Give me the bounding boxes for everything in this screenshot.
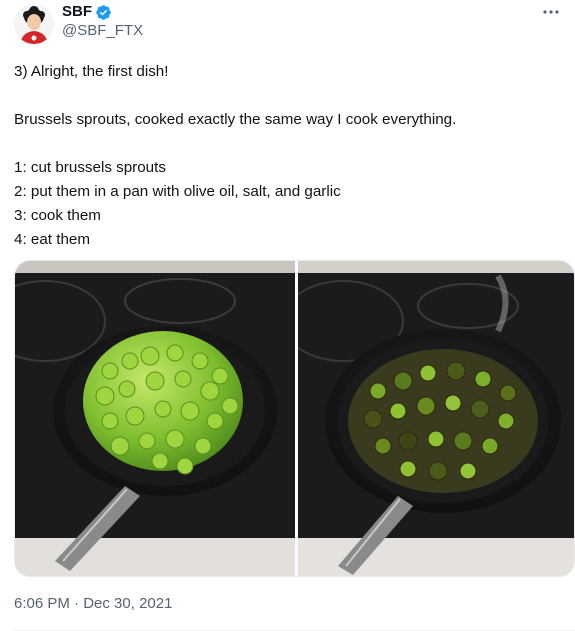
tweet-line: 4: eat them: [14, 231, 90, 248]
author-handle[interactable]: @SBF_FTX: [62, 22, 143, 40]
avatar-illustration: [14, 4, 54, 44]
tweet-line: 2: put them in a pan with olive oil, sal…: [14, 183, 341, 200]
photo-cooked-sprouts[interactable]: [298, 261, 575, 577]
tweet-time[interactable]: 6:06 PM: [14, 595, 70, 612]
tweet-line: 3) Alright, the first dish!: [14, 63, 169, 80]
verified-badge-icon: [96, 4, 111, 20]
photo-raw-sprouts[interactable]: [15, 261, 295, 577]
tweet-media: [14, 260, 575, 577]
tweet-line: Brussels sprouts, cooked exactly the sam…: [14, 111, 457, 128]
tweet-card: SBF @SBF_FTX 3) Alright, the first dish!…: [0, 0, 575, 631]
tweet-date[interactable]: Dec 30, 2021: [83, 595, 172, 612]
timestamp-separator: ·: [74, 595, 80, 612]
avatar[interactable]: [14, 4, 54, 44]
tweet-line: 3: cook them: [14, 207, 101, 224]
tweet-text: 3) Alright, the first dish! Brussels spr…: [14, 60, 564, 252]
tweet-timestamp[interactable]: 6:06 PM · Dec 30, 2021: [14, 595, 172, 613]
more-icon[interactable]: [541, 2, 561, 22]
tweet-line: 1: cut brussels sprouts: [14, 159, 166, 176]
author-name-row[interactable]: SBF: [62, 3, 112, 21]
author-name[interactable]: SBF: [62, 3, 92, 21]
